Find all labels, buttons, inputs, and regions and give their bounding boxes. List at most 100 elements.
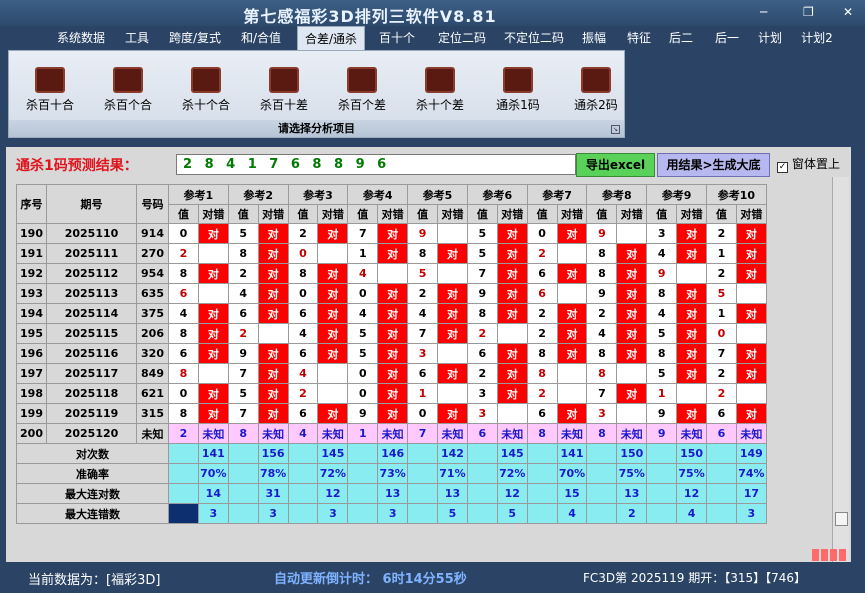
prediction-values[interactable]: 2 8 4 1 7 6 8 8 9 6 bbox=[176, 154, 576, 175]
ref-hit: 对 bbox=[496, 243, 528, 264]
table-row[interactable]: 195 2025115 206 8 对 2 4 对 5 对 7 对 2 2 对 4 对 5 对 0 bbox=[16, 323, 767, 344]
ref-value: 8 bbox=[168, 403, 199, 424]
ref-hit: 对 bbox=[735, 343, 767, 364]
table-row[interactable]: 190 2025110 914 0 对 5 对 2 对 7 对 9 5 对 0 对 9 3 对 2 对 bbox=[16, 223, 767, 244]
stats-value: 12 bbox=[317, 483, 349, 504]
ribbon-button-4[interactable]: 杀百十差 bbox=[251, 67, 317, 112]
menu-item-13[interactable]: 计划 bbox=[755, 26, 785, 50]
header-ref-6: 参考6 bbox=[466, 184, 528, 205]
ref-value: 2 bbox=[526, 383, 558, 404]
ribbon-button-6[interactable]: 杀十个差 bbox=[407, 67, 473, 112]
table-row[interactable]: 192 2025112 954 8 对 2 对 8 对 4 5 7 对 6 对 8 对 9 2 对 bbox=[16, 263, 767, 284]
ref-value: 0 bbox=[347, 283, 379, 304]
table-row[interactable]: 196 2025116 320 6 对 9 对 6 对 5 对 3 6 对 8 对 8 对 8 对 7 对 bbox=[16, 343, 767, 364]
ref-hit: 对 bbox=[257, 363, 289, 384]
menu-item-7[interactable]: 定位二码 bbox=[430, 26, 494, 50]
ref-value: 4 bbox=[407, 303, 439, 324]
stats-value: 141 bbox=[556, 443, 588, 464]
minimize-icon[interactable]: ─ bbox=[760, 6, 767, 18]
ribbon-button-1[interactable]: 杀百十合 bbox=[17, 67, 83, 112]
ref-hit bbox=[735, 323, 767, 344]
chart-icon bbox=[503, 67, 533, 93]
ref-value: 9 bbox=[586, 223, 618, 244]
ref-hit bbox=[676, 263, 708, 284]
ribbon-button-8[interactable]: 通杀2码 bbox=[563, 67, 629, 112]
ref-value: 8 bbox=[227, 243, 259, 264]
ref-hit: 未知 bbox=[377, 423, 409, 444]
ribbon-button-2[interactable]: 杀百个合 bbox=[95, 67, 161, 112]
table-row[interactable]: 198 2025118 621 0 对 5 对 2 0 对 1 3 对 2 7 对 1 2 bbox=[16, 383, 767, 404]
menu-item-12[interactable]: 后一 bbox=[707, 26, 747, 50]
stats-value: 31 bbox=[257, 483, 289, 504]
menu-item-5[interactable]: 合差/通杀 bbox=[297, 26, 365, 50]
check-icon[interactable]: ✓ bbox=[777, 162, 788, 173]
stats-empty bbox=[706, 483, 737, 504]
ref-value: 0 bbox=[168, 223, 199, 244]
stats-value: 3 bbox=[735, 503, 767, 524]
ref-hit bbox=[197, 363, 229, 384]
ref-hit: 对 bbox=[496, 303, 528, 324]
menu-item-9[interactable]: 振幅 bbox=[576, 26, 612, 50]
ref-value: 5 bbox=[706, 283, 737, 304]
ref-value: 8 bbox=[586, 343, 618, 364]
ref-value: 6 bbox=[287, 343, 319, 364]
ref-value: 0 bbox=[347, 383, 379, 404]
menu-item-1[interactable]: 系统数据 bbox=[52, 26, 110, 50]
header-value: 值 bbox=[586, 204, 618, 224]
stats-value: 145 bbox=[496, 443, 528, 464]
stats-empty bbox=[407, 483, 439, 504]
generate-base-button[interactable]: 用结果>生成大底 bbox=[657, 153, 770, 177]
row-period: 2025120 bbox=[46, 423, 137, 444]
ribbon-button-label: 杀百个合 bbox=[103, 98, 152, 112]
ref-hit: 对 bbox=[377, 223, 409, 244]
ribbon-button-3[interactable]: 杀十个合 bbox=[173, 67, 239, 112]
ribbon-expand-icon[interactable]: ↘ bbox=[611, 125, 620, 134]
ribbon-button-7[interactable]: 通杀1码 bbox=[485, 67, 551, 112]
ref-hit: 对 bbox=[317, 323, 349, 344]
stats-label: 准确率 bbox=[16, 463, 169, 484]
topmost-checkbox[interactable]: ✓ 窗体置上 bbox=[777, 155, 840, 173]
stats-value: 70% bbox=[556, 463, 588, 484]
menu-item-8[interactable]: 不定位二码 bbox=[498, 26, 570, 50]
maximize-icon[interactable]: ❐ bbox=[803, 6, 814, 18]
header-ref-7: 参考7 bbox=[526, 184, 588, 205]
menu-item-3[interactable]: 跨度/复式 bbox=[162, 26, 228, 50]
ref-value: 7 bbox=[347, 223, 379, 244]
table-row[interactable]: 193 2025113 635 6 4 对 0 对 0 对 2 对 9 对 6 9 对 8 对 5 bbox=[16, 283, 767, 304]
ref-hit: 对 bbox=[676, 343, 708, 364]
ref-hit: 对 bbox=[257, 343, 289, 364]
stats-value: 14 bbox=[197, 483, 229, 504]
table-row-pending[interactable]: 200 2025120 未知 2 未知 8 未知 4 未知 1 未知 7 未知 6 未知 8 未知 8 未知 9 未知 6… bbox=[16, 423, 767, 444]
stats-value: 13 bbox=[437, 483, 468, 504]
menu-item-11[interactable]: 后二 bbox=[663, 26, 699, 50]
menu-item-14[interactable]: 计划2 bbox=[797, 26, 837, 50]
table-row[interactable]: 191 2025111 270 2 8 对 0 1 对 8 对 5 对 2 8 对 4 对 1 对 bbox=[16, 243, 767, 264]
ref-value: 2 bbox=[706, 263, 737, 284]
export-excel-button[interactable]: 导出excel bbox=[576, 153, 655, 177]
table-row[interactable]: 199 2025119 315 8 对 7 对 6 对 9 对 0 对 3 6 对 3 9 对 6 对 bbox=[16, 403, 767, 424]
close-icon[interactable]: ✕ bbox=[843, 6, 853, 18]
ref-value: 2 bbox=[526, 243, 558, 264]
menu-item-2[interactable]: 工具 bbox=[119, 26, 155, 50]
stats-value: 12 bbox=[676, 483, 708, 504]
scrollbar-thumb[interactable] bbox=[835, 512, 848, 526]
stats-empty bbox=[407, 443, 439, 464]
header-ref-9: 参考9 bbox=[646, 184, 708, 205]
table-row[interactable]: 197 2025117 849 8 7 对 4 0 对 6 对 2 对 8 8 5 对 2 对 bbox=[16, 363, 767, 384]
ref-value: 6 bbox=[526, 283, 558, 304]
ref-value: 8 bbox=[586, 423, 618, 444]
ref-value: 5 bbox=[466, 223, 498, 244]
ref-hit: 对 bbox=[437, 243, 468, 264]
menu-item-10[interactable]: 特征 bbox=[621, 26, 657, 50]
menu-item-4[interactable]: 和/合值 bbox=[236, 26, 286, 50]
stats-empty bbox=[347, 443, 379, 464]
table-row[interactable]: 194 2025114 375 4 对 6 对 6 对 4 对 4 对 8 对 2 对 2 对 4 对 1 对 bbox=[16, 303, 767, 324]
menu-item-6[interactable]: 百十个 bbox=[373, 26, 421, 50]
ref-value: 5 bbox=[466, 243, 498, 264]
vertical-scrollbar[interactable] bbox=[832, 177, 849, 562]
stats-value: 15 bbox=[556, 483, 588, 504]
row-period: 2025117 bbox=[46, 363, 137, 384]
ribbon-button-5[interactable]: 杀百个差 bbox=[329, 67, 395, 112]
ref-hit bbox=[377, 263, 409, 284]
ref-value: 2 bbox=[466, 323, 498, 344]
